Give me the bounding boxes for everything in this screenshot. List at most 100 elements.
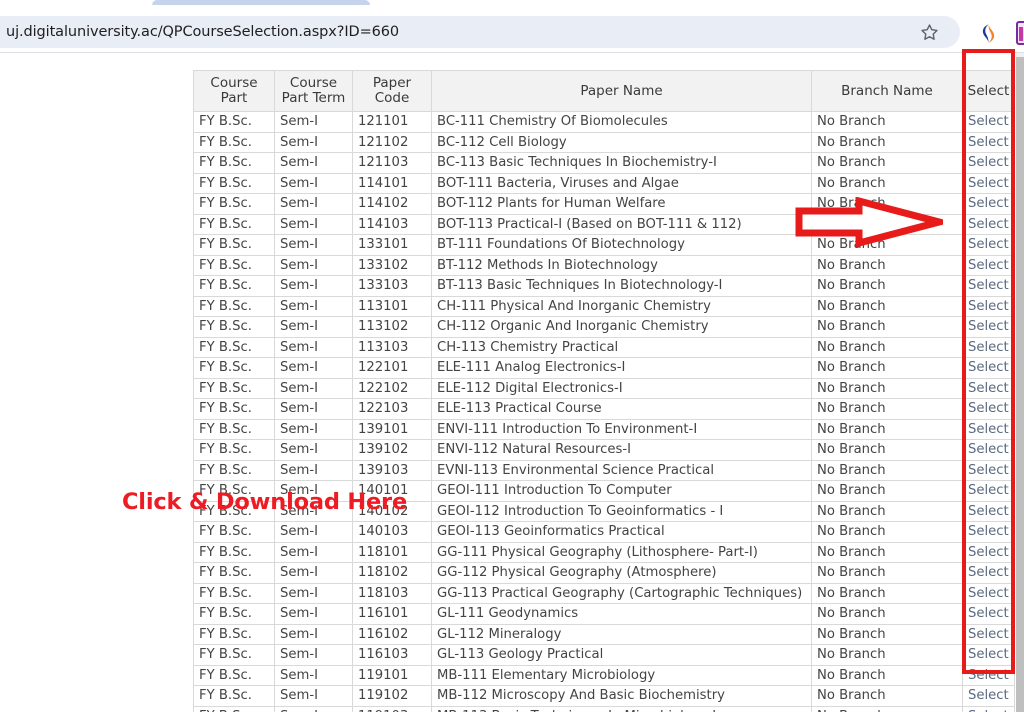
select-link[interactable]: Select (968, 319, 1009, 334)
cell-branch-name: No Branch (812, 604, 963, 625)
select-cell[interactable]: Select (963, 419, 1015, 440)
cell-course-part: FY B.Sc. (194, 501, 275, 522)
select-link[interactable]: Select (968, 709, 1009, 712)
table-row: FY B.Sc.Sem-I118101GG-111 Physical Geogr… (194, 542, 1015, 563)
cell-paper-name: ELE-113 Practical Course (432, 399, 812, 420)
select-cell[interactable]: Select (963, 337, 1015, 358)
select-cell[interactable]: Select (963, 522, 1015, 543)
page-scrollbar-thumb[interactable] (1016, 53, 1024, 57)
cell-course-part: FY B.Sc. (194, 624, 275, 645)
select-link[interactable]: Select (968, 442, 1009, 457)
bookmark-star-icon[interactable] (920, 23, 939, 42)
cell-paper-code: 122103 (353, 399, 432, 420)
select-link[interactable]: Select (968, 504, 1009, 519)
table-row: FY B.Sc.Sem-I114103BOT-113 Practical-I (… (194, 214, 1015, 235)
cell-course-term: Sem-I (275, 522, 353, 543)
cell-paper-code: 114103 (353, 214, 432, 235)
table-row: FY B.Sc.Sem-I113101CH-111 Physical And I… (194, 296, 1015, 317)
select-cell[interactable]: Select (963, 665, 1015, 686)
select-link[interactable]: Select (968, 196, 1009, 211)
select-link[interactable]: Select (968, 340, 1009, 355)
cell-course-term: Sem-I (275, 214, 353, 235)
address-bar[interactable]: uj.digitaluniversity.ac/QPCourseSelectio… (0, 16, 960, 48)
select-link[interactable]: Select (968, 135, 1009, 150)
select-link[interactable]: Select (968, 668, 1009, 683)
select-cell[interactable]: Select (963, 604, 1015, 625)
cell-branch-name: No Branch (812, 194, 963, 215)
table-row: FY B.Sc.Sem-I133103BT-113 Basic Techniqu… (194, 276, 1015, 297)
select-link[interactable]: Select (968, 524, 1009, 539)
select-cell[interactable]: Select (963, 706, 1015, 712)
select-link[interactable]: Select (968, 217, 1009, 232)
select-cell[interactable]: Select (963, 378, 1015, 399)
select-link[interactable]: Select (968, 299, 1009, 314)
cell-course-term: Sem-I (275, 112, 353, 133)
select-link[interactable]: Select (968, 565, 1009, 580)
cell-branch-name: No Branch (812, 481, 963, 502)
cell-paper-name: BC-111 Chemistry Of Biomolecules (432, 112, 812, 133)
cell-course-part: FY B.Sc. (194, 296, 275, 317)
select-link[interactable]: Select (968, 463, 1009, 478)
select-cell[interactable]: Select (963, 276, 1015, 297)
select-link[interactable]: Select (968, 422, 1009, 437)
select-cell[interactable]: Select (963, 542, 1015, 563)
select-cell[interactable]: Select (963, 296, 1015, 317)
select-cell[interactable]: Select (963, 460, 1015, 481)
select-link[interactable]: Select (968, 114, 1009, 129)
select-cell[interactable]: Select (963, 112, 1015, 133)
profile-avatar-icon[interactable] (1016, 21, 1024, 45)
table-row: FY B.Sc.Sem-I140101GEOI-111 Introduction… (194, 481, 1015, 502)
select-cell[interactable]: Select (963, 440, 1015, 461)
select-link[interactable]: Select (968, 278, 1009, 293)
select-cell[interactable]: Select (963, 194, 1015, 215)
select-cell[interactable]: Select (963, 501, 1015, 522)
select-link[interactable]: Select (968, 545, 1009, 560)
select-link[interactable]: Select (968, 381, 1009, 396)
select-cell[interactable]: Select (963, 255, 1015, 276)
select-cell[interactable]: Select (963, 358, 1015, 379)
table-row: FY B.Sc.Sem-I119102MB-112 Microscopy And… (194, 686, 1015, 707)
select-link[interactable]: Select (968, 258, 1009, 273)
cell-branch-name: No Branch (812, 624, 963, 645)
select-link[interactable]: Select (968, 237, 1009, 252)
select-cell[interactable]: Select (963, 132, 1015, 153)
select-link[interactable]: Select (968, 688, 1009, 703)
select-link[interactable]: Select (968, 606, 1009, 621)
select-cell[interactable]: Select (963, 153, 1015, 174)
cell-paper-code: 139101 (353, 419, 432, 440)
select-cell[interactable]: Select (963, 624, 1015, 645)
select-cell[interactable]: Select (963, 214, 1015, 235)
cell-course-term: Sem-I (275, 583, 353, 604)
select-link[interactable]: Select (968, 176, 1009, 191)
select-cell[interactable]: Select (963, 399, 1015, 420)
cell-paper-code: 116103 (353, 645, 432, 666)
select-link[interactable]: Select (968, 483, 1009, 498)
select-link[interactable]: Select (968, 401, 1009, 416)
cell-course-part: FY B.Sc. (194, 132, 275, 153)
select-cell[interactable]: Select (963, 317, 1015, 338)
table-row: FY B.Sc.Sem-I119103MB-113 Basic Techniqu… (194, 706, 1015, 712)
select-cell[interactable]: Select (963, 645, 1015, 666)
cell-course-part: FY B.Sc. (194, 583, 275, 604)
cell-paper-name: MB-112 Microscopy And Basic Biochemistry (432, 686, 812, 707)
select-cell[interactable]: Select (963, 686, 1015, 707)
extension-icon[interactable] (978, 23, 999, 44)
select-link[interactable]: Select (968, 586, 1009, 601)
cell-course-term: Sem-I (275, 624, 353, 645)
select-link[interactable]: Select (968, 155, 1009, 170)
select-cell[interactable]: Select (963, 173, 1015, 194)
select-cell[interactable]: Select (963, 563, 1015, 584)
page-scrollbar[interactable] (1016, 53, 1024, 712)
cell-paper-code: 121101 (353, 112, 432, 133)
select-cell[interactable]: Select (963, 583, 1015, 604)
select-link[interactable]: Select (968, 627, 1009, 642)
cell-branch-name: No Branch (812, 440, 963, 461)
select-link[interactable]: Select (968, 360, 1009, 375)
cell-branch-name: No Branch (812, 378, 963, 399)
select-cell[interactable]: Select (963, 481, 1015, 502)
cell-paper-name: ENVI-112 Natural Resources-I (432, 440, 812, 461)
select-cell[interactable]: Select (963, 235, 1015, 256)
cell-course-part: FY B.Sc. (194, 194, 275, 215)
select-link[interactable]: Select (968, 647, 1009, 662)
cell-branch-name: No Branch (812, 563, 963, 584)
